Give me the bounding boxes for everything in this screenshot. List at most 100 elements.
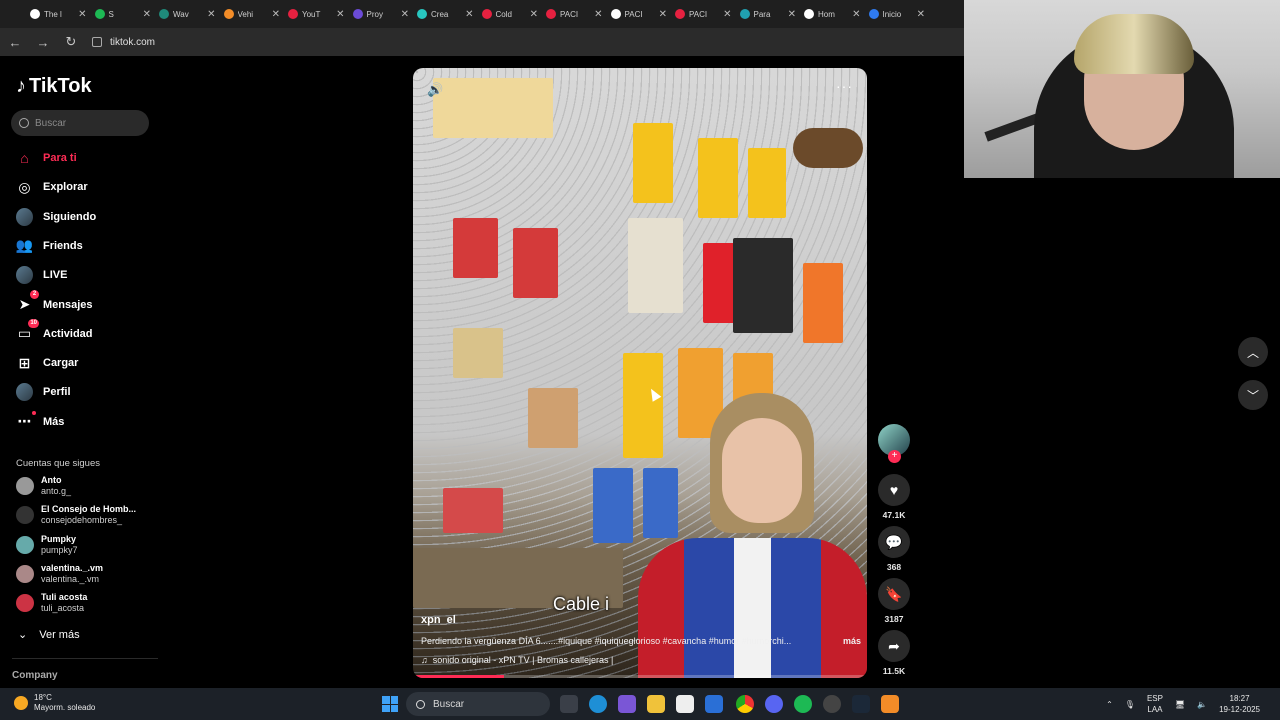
comment-button[interactable]: 💬 368 bbox=[878, 526, 910, 572]
tab-close-icon[interactable]: ✕ bbox=[207, 9, 215, 20]
windows-start-icon[interactable] bbox=[382, 696, 398, 712]
browser-tab[interactable]: Inicio ✕ bbox=[865, 3, 930, 25]
task-view-icon[interactable] bbox=[560, 695, 578, 713]
edge-icon[interactable] bbox=[589, 695, 607, 713]
tab-close-icon[interactable]: ✕ bbox=[336, 9, 344, 20]
tab-label: Crea bbox=[431, 9, 449, 19]
previous-video-button[interactable]: ︿ bbox=[1238, 337, 1268, 367]
clock-time: 18:27 bbox=[1229, 694, 1250, 703]
obs-icon[interactable] bbox=[823, 695, 841, 713]
browser-tab[interactable]: The l ✕ bbox=[26, 3, 91, 25]
lock-package bbox=[513, 228, 558, 298]
tab-close-icon[interactable]: ✕ bbox=[788, 9, 796, 20]
video-progress-bar[interactable] bbox=[413, 675, 867, 678]
following-account[interactable]: El Consejo de Homb... consejodehombres_ bbox=[16, 504, 136, 526]
description-text: Perdiendo la vergüenza DÍA 6.......#iqui… bbox=[421, 636, 792, 646]
language-indicator[interactable]: ESP LAA bbox=[1147, 693, 1163, 715]
reload-icon[interactable]: ↻ bbox=[64, 34, 78, 50]
video-sound[interactable]: ♫ sonido original - xPN TV | Bromas call… bbox=[421, 655, 613, 665]
app-icon[interactable] bbox=[881, 695, 899, 713]
following-account[interactable]: valentina._.vm valentina._.vm bbox=[16, 563, 103, 585]
sidebar-item-siguiendo[interactable]: Siguiendo bbox=[16, 207, 96, 227]
sidebar-item-friends[interactable]: 👥 Friends bbox=[16, 236, 83, 256]
bookmark-icon: 🔖 bbox=[878, 578, 910, 610]
tab-close-icon[interactable]: ✕ bbox=[143, 9, 151, 20]
browser-tab[interactable]: Para ✕ bbox=[736, 3, 801, 25]
network-icon[interactable]: 🖥 bbox=[1175, 700, 1185, 709]
browser-tab[interactable]: Wav ✕ bbox=[155, 3, 220, 25]
following-account[interactable]: Tuli acosta tuli_acosta bbox=[16, 592, 87, 614]
browser-tab[interactable]: PACI ✕ bbox=[607, 3, 672, 25]
file-explorer-icon[interactable] bbox=[647, 695, 665, 713]
more-options-icon[interactable]: ··· bbox=[836, 78, 853, 94]
tab-label: PACI bbox=[624, 9, 643, 19]
browser-tab[interactable]: Hom ✕ bbox=[800, 3, 865, 25]
store-icon[interactable] bbox=[676, 695, 694, 713]
browser-tab[interactable]: Cold ✕ bbox=[478, 3, 543, 25]
tab-close-icon[interactable]: ✕ bbox=[78, 9, 86, 20]
tab-close-icon[interactable]: ✕ bbox=[723, 9, 731, 20]
company-link[interactable]: Company bbox=[12, 670, 58, 681]
comment-count: 368 bbox=[886, 562, 902, 572]
search-input[interactable]: Buscar bbox=[11, 110, 149, 136]
tab-close-icon[interactable]: ✕ bbox=[530, 9, 538, 20]
sidebar-item-actividad[interactable]: ▭ 10 Actividad bbox=[16, 319, 93, 344]
tab-close-icon[interactable]: ✕ bbox=[659, 9, 667, 20]
discord-icon[interactable] bbox=[765, 695, 783, 713]
volume-icon[interactable]: 🔊 bbox=[427, 82, 443, 98]
browser-tab[interactable]: PACI ✕ bbox=[671, 3, 736, 25]
food-image bbox=[793, 128, 863, 168]
tab-close-icon[interactable]: ✕ bbox=[465, 9, 473, 20]
steam-icon[interactable] bbox=[852, 695, 870, 713]
sidebar-item-explorar[interactable]: ◎ Explorar bbox=[16, 177, 87, 197]
description-more-button[interactable]: más bbox=[843, 636, 861, 646]
chevron-up-icon[interactable]: ⌃ bbox=[1106, 700, 1113, 709]
browser-tab[interactable]: Proy ✕ bbox=[349, 3, 414, 25]
browser-tab[interactable]: S ✕ bbox=[91, 3, 156, 25]
spotify-icon[interactable] bbox=[794, 695, 812, 713]
share-button[interactable]: ➦ 11.5K bbox=[878, 630, 910, 676]
url-field[interactable]: tiktok.com bbox=[92, 37, 155, 48]
following-account[interactable]: Pumpky pumpky7 bbox=[16, 534, 78, 556]
sidebar-item-cargar[interactable]: ⊞ Cargar bbox=[16, 353, 79, 373]
browser-tab[interactable]: YouT ✕ bbox=[284, 3, 349, 25]
sidebar-item-para-ti[interactable]: ⌂ Para ti bbox=[16, 148, 76, 168]
sidebar-item-más[interactable]: ⋯ Más bbox=[16, 411, 64, 432]
tiktok-logo[interactable]: ♪ TikTok bbox=[16, 75, 92, 98]
tab-close-icon[interactable]: ✕ bbox=[917, 9, 925, 20]
tab-close-icon[interactable]: ✕ bbox=[272, 9, 280, 20]
notification-badge: 10 bbox=[28, 319, 39, 329]
tab-close-icon[interactable]: ✕ bbox=[401, 9, 409, 20]
video-username[interactable]: xpn_el bbox=[421, 614, 456, 626]
tab-close-icon[interactable]: ✕ bbox=[594, 9, 602, 20]
browser-tab[interactable]: Crea ✕ bbox=[413, 3, 478, 25]
back-icon[interactable]: ← bbox=[8, 35, 22, 50]
site-info-icon[interactable] bbox=[92, 37, 102, 47]
chevron-up-icon: ︿ bbox=[1246, 345, 1259, 360]
see-more-button[interactable]: ⌄ Ver más bbox=[18, 628, 80, 642]
save-button[interactable]: 🔖 3187 bbox=[878, 578, 910, 624]
volume-icon[interactable]: 🔈 bbox=[1197, 700, 1207, 709]
video-player[interactable]: 🔊 ··· Cable i xpn_el Perdiendo la vergüe… bbox=[413, 68, 867, 678]
sidebar-item-mensajes[interactable]: ➤ 2 Mensajes bbox=[16, 290, 93, 315]
mic-icon[interactable]: 🎙 bbox=[1125, 700, 1135, 709]
forward-icon[interactable]: → bbox=[36, 35, 50, 50]
sidebar-item-perfil[interactable]: Perfil bbox=[16, 382, 71, 402]
browser-tab[interactable]: Vehi ✕ bbox=[220, 3, 285, 25]
browser-tab[interactable]: PACI ✕ bbox=[542, 3, 607, 25]
tab-close-icon[interactable]: ✕ bbox=[852, 9, 860, 20]
chrome-icon[interactable] bbox=[736, 695, 754, 713]
like-button[interactable]: ♥ 47.1K bbox=[878, 474, 910, 520]
app-icon[interactable] bbox=[618, 695, 636, 713]
save-count: 3187 bbox=[884, 614, 904, 624]
sidebar-item-live[interactable]: LIVE bbox=[16, 265, 67, 285]
clock[interactable]: 18:27 19-12-2025 bbox=[1219, 693, 1260, 715]
taskbar-search[interactable]: Buscar bbox=[406, 692, 550, 716]
next-video-button[interactable]: ﹀ bbox=[1238, 380, 1268, 410]
follow-plus-icon[interactable]: + bbox=[888, 450, 901, 463]
mail-icon[interactable] bbox=[705, 695, 723, 713]
tab-favicon-icon bbox=[223, 9, 234, 19]
following-account[interactable]: Anto anto.g_ bbox=[16, 475, 71, 497]
weather-widget[interactable]: 18°C Mayorm. soleado bbox=[14, 693, 95, 713]
tool-package bbox=[628, 218, 683, 313]
